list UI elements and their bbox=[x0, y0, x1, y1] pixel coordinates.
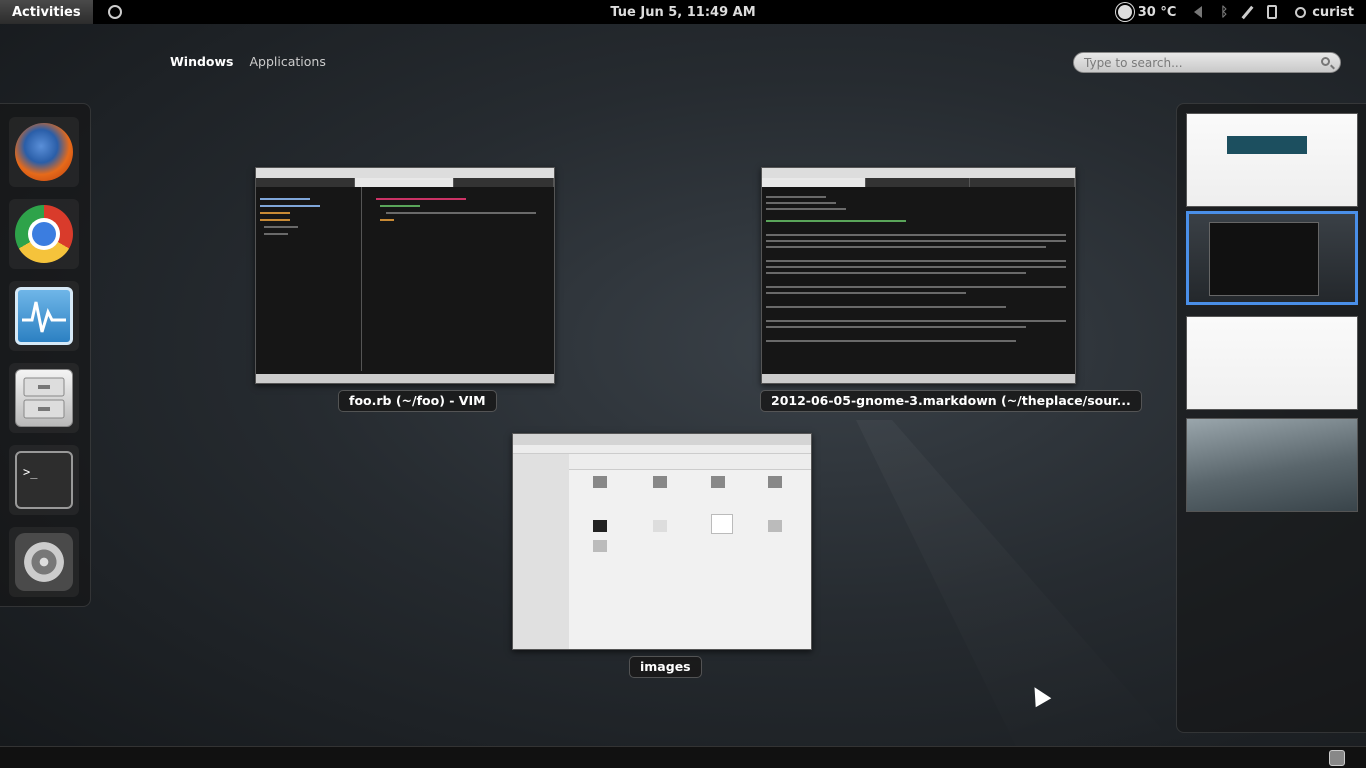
user-status-icon bbox=[1295, 6, 1307, 18]
window-caption-images[interactable]: images bbox=[629, 656, 702, 678]
accessibility-icon[interactable] bbox=[93, 0, 137, 24]
top-bar: Activities Tue Jun 5, 11:49 AM 30 °C ᛒ c… bbox=[0, 0, 1366, 24]
window-caption-vim-foo[interactable]: foo.rb (~/foo) - VIM bbox=[338, 390, 497, 412]
workspace-thumbnail-active[interactable] bbox=[1186, 211, 1358, 305]
chrome-icon bbox=[15, 205, 73, 263]
dash-item-system-monitor[interactable] bbox=[9, 281, 79, 351]
tab-applications[interactable]: Applications bbox=[250, 54, 326, 69]
window-thumbnail-vim-markdown[interactable] bbox=[761, 167, 1076, 384]
file-cabinet-icon bbox=[15, 369, 73, 427]
overview-tabs: Windows Applications bbox=[170, 54, 326, 69]
search-placeholder: Type to search... bbox=[1084, 55, 1183, 70]
workspace-thumbnail[interactable] bbox=[1186, 113, 1358, 207]
tray-app-icon[interactable] bbox=[1329, 750, 1345, 766]
network-icon[interactable] bbox=[1237, 0, 1258, 24]
workspace-thumbnail[interactable] bbox=[1186, 418, 1358, 512]
terminal-icon: >_ bbox=[15, 451, 73, 509]
weather-sun-icon bbox=[1117, 5, 1132, 19]
dash-item-files[interactable] bbox=[9, 363, 79, 433]
wallpaper-pier bbox=[856, 420, 1180, 750]
firefox-icon bbox=[15, 123, 73, 181]
weather-widget[interactable]: 30 °C bbox=[1109, 0, 1186, 24]
search-icon bbox=[1321, 57, 1330, 66]
bluetooth-icon[interactable]: ᛒ bbox=[1211, 0, 1237, 24]
volume-icon[interactable] bbox=[1185, 0, 1211, 24]
user-name: curist bbox=[1312, 4, 1354, 20]
workspace-switcher bbox=[1176, 103, 1366, 733]
dash-item-chrome[interactable] bbox=[9, 199, 79, 269]
clock[interactable]: Tue Jun 5, 11:49 AM bbox=[610, 5, 755, 20]
tab-windows[interactable]: Windows bbox=[170, 54, 234, 69]
dash-item-firefox[interactable] bbox=[9, 117, 79, 187]
system-monitor-icon bbox=[15, 287, 73, 345]
temperature: 30 °C bbox=[1137, 4, 1177, 20]
system-settings-icon bbox=[15, 533, 73, 591]
activities-button[interactable]: Activities bbox=[0, 0, 93, 24]
dash-item-system-settings[interactable] bbox=[9, 527, 79, 597]
window-caption-vim-markdown[interactable]: 2012-06-05-gnome-3.markdown (~/theplace/… bbox=[760, 390, 1142, 412]
dash-item-terminal[interactable]: >_ bbox=[9, 445, 79, 515]
window-thumbnail-vim-foo[interactable] bbox=[255, 167, 555, 384]
battery-icon[interactable] bbox=[1258, 0, 1286, 24]
user-menu[interactable]: curist bbox=[1286, 0, 1366, 24]
window-thumbnail-file-manager[interactable] bbox=[512, 433, 812, 650]
search-input[interactable]: Type to search... bbox=[1073, 52, 1341, 73]
workspace-thumbnail[interactable] bbox=[1186, 316, 1358, 410]
dash: >_ bbox=[0, 103, 91, 607]
message-tray bbox=[0, 746, 1366, 768]
